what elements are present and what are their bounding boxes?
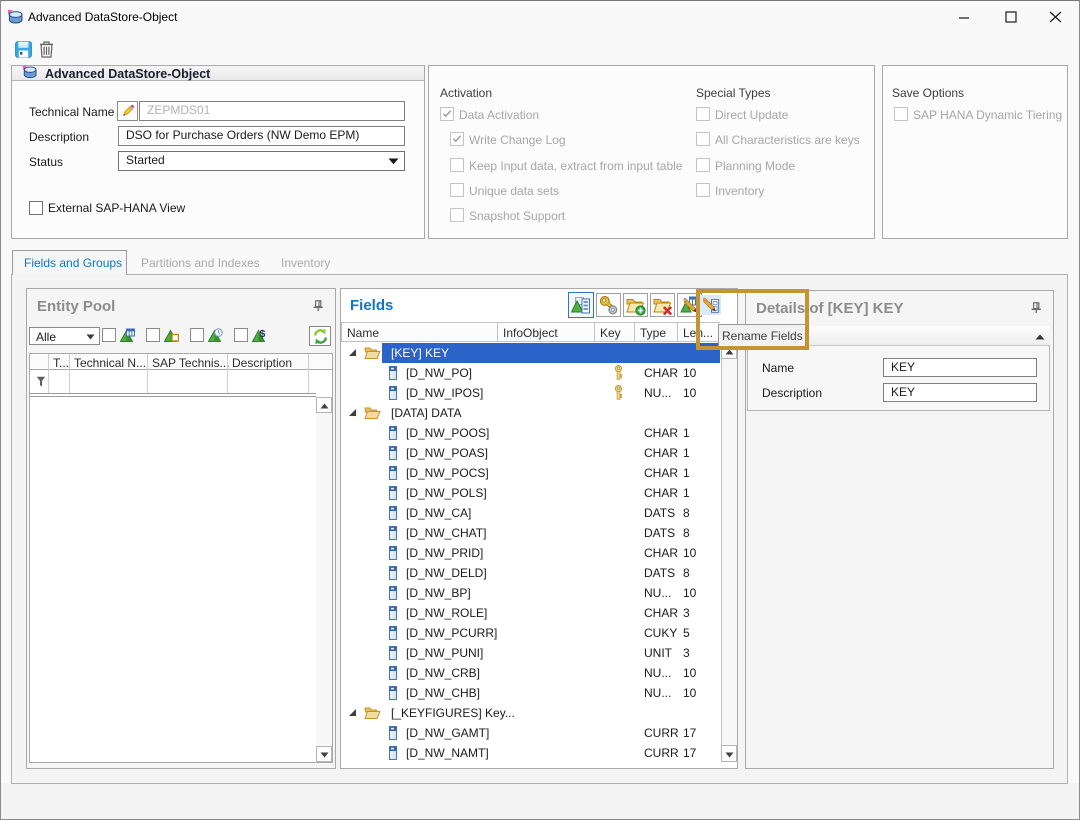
- svg-text:$: $: [260, 328, 266, 340]
